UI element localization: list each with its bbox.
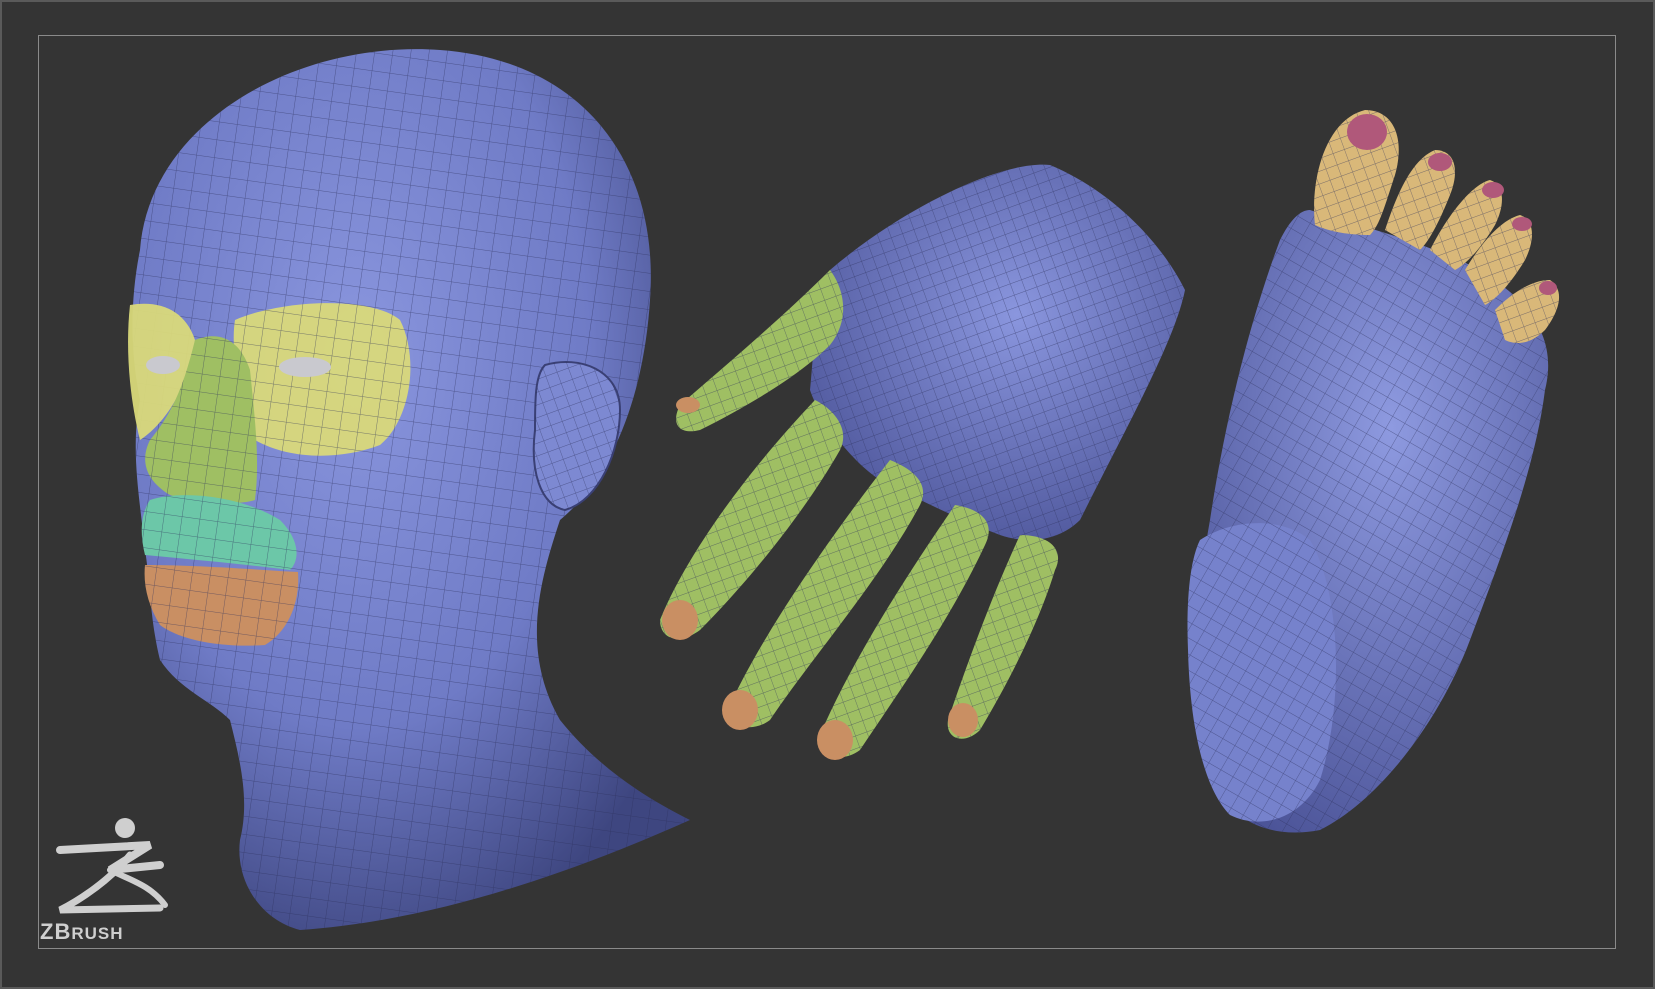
nail-pinky: [948, 703, 978, 737]
logo-text-rest: RUSH: [71, 924, 124, 943]
toenail-fourth: [1512, 217, 1532, 231]
scene-canvas[interactable]: [0, 0, 1655, 989]
nail-ring: [817, 720, 853, 760]
nail-thumb: [676, 397, 700, 413]
toenail-third: [1482, 182, 1504, 198]
logo-text-first: ZB: [40, 919, 72, 944]
eyeball-right: [279, 357, 331, 377]
head-mesh[interactable]: [128, 49, 690, 931]
hand-mesh[interactable]: [660, 164, 1185, 760]
nail-middle: [722, 690, 758, 730]
toenail-fifth: [1539, 281, 1557, 295]
toenail-second: [1428, 153, 1452, 171]
foot-mesh[interactable]: [1187, 110, 1560, 833]
zbrush-logo-text: ZBRUSH: [40, 919, 124, 945]
app-window: ZBRUSH: [0, 0, 1655, 989]
toenail-big: [1347, 114, 1387, 150]
eyeball-left: [146, 356, 180, 374]
nail-index: [662, 600, 698, 640]
